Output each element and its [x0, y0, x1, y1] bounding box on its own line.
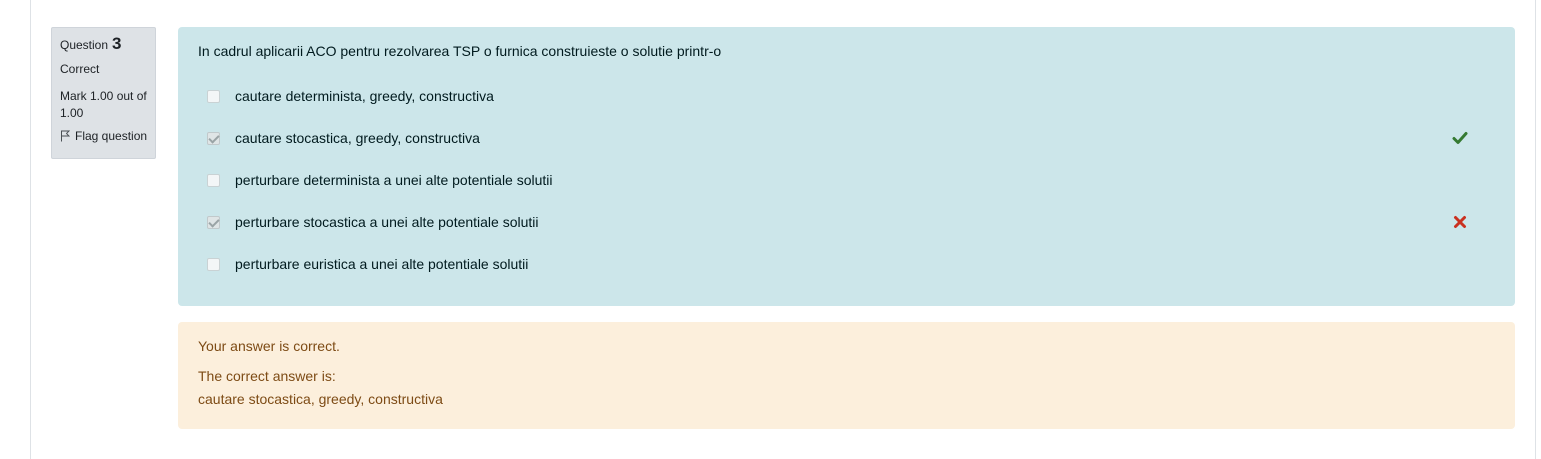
answer-checkbox[interactable]: [207, 215, 220, 229]
answer-label: perturbare stocastica a unei alte potent…: [235, 214, 539, 230]
question-formulation: In cadrul aplicarii ACO pentru rezolvare…: [178, 27, 1515, 306]
question-label: Question: [60, 38, 109, 52]
flag-icon: [61, 130, 70, 142]
answer-option[interactable]: perturbare euristica a unei alte potenti…: [198, 243, 1495, 285]
general-feedback: Your answer is correct.: [198, 338, 340, 354]
question-info-panel: Question 3 Correct Mark 1.00 out of 1.00…: [51, 27, 156, 159]
answer-label: perturbare euristica a unei alte potenti…: [235, 256, 529, 272]
answer-option[interactable]: perturbare stocastica a unei alte potent…: [198, 201, 1495, 243]
question-text: In cadrul aplicarii ACO pentru rezolvare…: [198, 43, 722, 59]
flag-question-label: Flag question: [75, 129, 148, 143]
question-number-line: Question 3: [60, 35, 148, 54]
answer-label: perturbare determinista a unei alte pote…: [235, 172, 553, 188]
flag-question-link[interactable]: Flag question: [60, 129, 148, 143]
answer-option[interactable]: cautare stocastica, greedy, constructiva: [198, 117, 1495, 159]
question-outcome: Your answer is correct. The correct answ…: [178, 322, 1515, 429]
right-answer-value: cautare stocastica, greedy, constructiva: [198, 391, 443, 407]
question-number: 3: [112, 34, 122, 53]
answer-option[interactable]: cautare determinista, greedy, constructi…: [198, 75, 1495, 117]
answer-label: cautare determinista, greedy, constructi…: [235, 88, 494, 104]
answer-checkbox[interactable]: [207, 173, 220, 187]
cross-icon: [1454, 216, 1466, 228]
answer-checkbox[interactable]: [207, 89, 220, 103]
answer-checkbox[interactable]: [207, 131, 220, 145]
answer-checkbox[interactable]: [207, 257, 220, 271]
check-icon: [1452, 132, 1468, 144]
question-grade: Mark 1.00 out of 1.00: [60, 89, 147, 120]
question-state: Correct: [60, 62, 100, 76]
right-answer-label: The correct answer is:: [198, 368, 336, 384]
answer-option[interactable]: perturbare determinista a unei alte pote…: [198, 159, 1495, 201]
answer-label: cautare stocastica, greedy, constructiva: [235, 130, 480, 146]
